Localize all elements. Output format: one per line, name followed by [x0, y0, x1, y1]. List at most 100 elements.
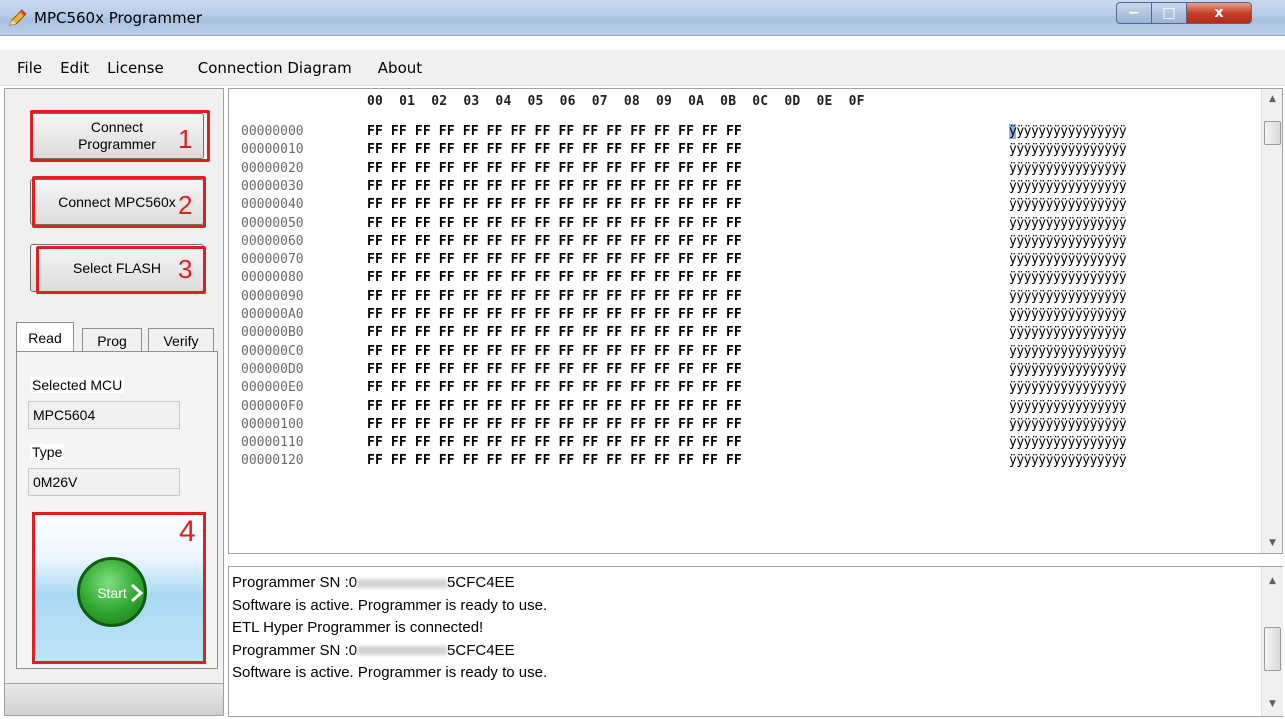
hex-bytes[interactable]: FF FF FF FF FF FF FF FF FF FF FF FF FF F…	[367, 270, 742, 285]
scroll-thumb[interactable]	[1264, 627, 1281, 671]
menu-connection-diagram[interactable]: Connection Diagram	[189, 59, 361, 77]
hex-ascii[interactable]: ÿÿÿÿÿÿÿÿÿÿÿÿÿÿÿÿ	[1009, 124, 1127, 139]
selected-mcu-field: MPC5604	[28, 401, 180, 429]
hex-address: 000000E0	[241, 380, 304, 396]
menu-bar: File Edit License Connection Diagram Abo…	[0, 50, 1285, 86]
log-line: Programmer SN :0 5CFC4EE	[232, 642, 515, 659]
step-marker-3: 3	[178, 254, 193, 284]
hex-bytes[interactable]: FF FF FF FF FF FF FF FF FF FF FF FF FF F…	[367, 380, 742, 395]
hex-ascii[interactable]: ÿÿÿÿÿÿÿÿÿÿÿÿÿÿÿÿ	[1009, 362, 1127, 377]
hex-ascii[interactable]: ÿÿÿÿÿÿÿÿÿÿÿÿÿÿÿÿ	[1009, 380, 1127, 395]
selected-mcu-label: Selected MCU	[30, 377, 125, 393]
hex-address: 00000100	[241, 416, 304, 432]
menu-about[interactable]: About	[369, 59, 431, 77]
hex-ascii[interactable]: ÿÿÿÿÿÿÿÿÿÿÿÿÿÿÿÿ	[1009, 270, 1127, 285]
hex-bytes[interactable]: FF FF FF FF FF FF FF FF FF FF FF FF FF F…	[367, 234, 742, 249]
menu-edit[interactable]: Edit	[51, 59, 98, 77]
hex-address: 000000D0	[241, 361, 304, 377]
hex-bytes[interactable]: FF FF FF FF FF FF FF FF FF FF FF FF FF F…	[367, 161, 742, 176]
minimize-button[interactable]: −	[1116, 2, 1152, 24]
hex-bytes[interactable]: FF FF FF FF FF FF FF FF FF FF FF FF FF F…	[367, 216, 742, 231]
redacted-text	[357, 646, 448, 656]
step-marker-4: 4	[179, 515, 196, 548]
log-line: Software is active. Programmer is ready …	[232, 664, 548, 681]
log-line: Software is active. Programmer is ready …	[232, 596, 548, 614]
close-button[interactable]: x	[1186, 2, 1252, 24]
hex-bytes[interactable]: FF FF FF FF FF FF FF FF FF FF FF FF FF F…	[367, 252, 742, 267]
hex-address: 00000040	[241, 197, 304, 213]
hex-ascii[interactable]: ÿÿÿÿÿÿÿÿÿÿÿÿÿÿÿÿ	[1009, 234, 1127, 249]
log-line-suffix: 5CFC4EE	[447, 574, 515, 591]
type-field: 0M26V	[28, 468, 180, 496]
log-scrollbar[interactable]: ▲ ▼	[1261, 567, 1283, 716]
hex-ascii[interactable]: ÿÿÿÿÿÿÿÿÿÿÿÿÿÿÿÿ	[1009, 417, 1127, 432]
hex-column-header: 00 01 02 03 04 05 06 07 08 09 0A 0B 0C 0…	[367, 94, 865, 109]
log-line-prefix: Programmer SN :0	[232, 641, 358, 659]
tab-strip: Read Prog Verify	[16, 322, 218, 352]
hex-bytes[interactable]: FF FF FF FF FF FF FF FF FF FF FF FF FF F…	[367, 325, 742, 340]
hex-ascii[interactable]: ÿÿÿÿÿÿÿÿÿÿÿÿÿÿÿÿ	[1009, 325, 1127, 340]
log-line-prefix: Programmer SN :0	[232, 574, 358, 591]
title-bar: MPC560x Programmer − □ x	[0, 0, 1285, 36]
hex-ascii[interactable]: ÿÿÿÿÿÿÿÿÿÿÿÿÿÿÿÿ	[1009, 142, 1127, 157]
hex-bytes[interactable]: FF FF FF FF FF FF FF FF FF FF FF FF FF F…	[367, 344, 742, 359]
hex-bytes[interactable]: FF FF FF FF FF FF FF FF FF FF FF FF FF F…	[367, 362, 742, 377]
hex-address: 00000080	[241, 270, 304, 286]
log-line-suffix: 5CFC4EE	[447, 641, 515, 659]
tab-read[interactable]: Read	[16, 322, 74, 352]
menu-file[interactable]: File	[8, 59, 51, 77]
scroll-down-arrow-icon[interactable]: ▼	[1262, 694, 1283, 714]
hex-bytes[interactable]: FF FF FF FF FF FF FF FF FF FF FF FF FF F…	[367, 307, 742, 322]
hex-address: 000000C0	[241, 343, 304, 359]
hex-ascii[interactable]: ÿÿÿÿÿÿÿÿÿÿÿÿÿÿÿÿ	[1009, 252, 1127, 267]
hex-scrollbar[interactable]: ▲ ▼	[1261, 89, 1282, 553]
status-bar	[4, 683, 224, 716]
chevron-right-icon	[131, 583, 144, 603]
hex-ascii[interactable]: ÿÿÿÿÿÿÿÿÿÿÿÿÿÿÿÿ	[1009, 435, 1127, 450]
hex-address: 00000020	[241, 160, 304, 176]
hex-ascii[interactable]: ÿÿÿÿÿÿÿÿÿÿÿÿÿÿÿÿ	[1009, 307, 1127, 322]
scroll-down-arrow-icon[interactable]: ▼	[1262, 533, 1282, 553]
hex-ascii[interactable]: ÿÿÿÿÿÿÿÿÿÿÿÿÿÿÿÿ	[1009, 216, 1127, 231]
log-panel: Programmer SN :0 5CFC4EE Software is activ…	[228, 566, 1283, 717]
hex-ascii[interactable]: ÿÿÿÿÿÿÿÿÿÿÿÿÿÿÿÿ	[1009, 197, 1127, 212]
maximize-button[interactable]: □	[1151, 2, 1187, 24]
step-marker-2: 2	[178, 190, 193, 220]
type-label: Type	[30, 444, 65, 460]
hex-ascii[interactable]: ÿÿÿÿÿÿÿÿÿÿÿÿÿÿÿÿ	[1009, 179, 1127, 194]
hex-address: 00000120	[241, 453, 304, 469]
hex-bytes[interactable]: FF FF FF FF FF FF FF FF FF FF FF FF FF F…	[367, 289, 742, 304]
start-button[interactable]: Start	[77, 557, 147, 627]
selected-char: ÿ	[1009, 124, 1017, 139]
scroll-thumb[interactable]	[1264, 121, 1281, 145]
hex-ascii[interactable]: ÿÿÿÿÿÿÿÿÿÿÿÿÿÿÿÿ	[1009, 399, 1127, 414]
hex-bytes[interactable]: FF FF FF FF FF FF FF FF FF FF FF FF FF F…	[367, 399, 742, 414]
hex-ascii[interactable]: ÿÿÿÿÿÿÿÿÿÿÿÿÿÿÿÿ	[1009, 161, 1127, 176]
redacted-text	[357, 578, 448, 588]
hex-bytes[interactable]: FF FF FF FF FF FF FF FF FF FF FF FF FF F…	[367, 197, 742, 212]
hex-address: 000000A0	[241, 307, 304, 322]
menu-license[interactable]: License	[98, 59, 173, 77]
hex-address: 00000050	[241, 215, 304, 231]
tab-prog[interactable]: Prog	[82, 328, 142, 352]
log-line: ETL Hyper Programmer is connected!	[232, 619, 484, 636]
hex-ascii[interactable]: ÿÿÿÿÿÿÿÿÿÿÿÿÿÿÿÿ	[1009, 344, 1127, 359]
hex-bytes[interactable]: FF FF FF FF FF FF FF FF FF FF FF FF FF F…	[367, 142, 742, 157]
hex-view: 00 01 02 03 04 05 06 07 08 09 0A 0B 0C 0…	[228, 88, 1283, 554]
hex-address: 00000030	[241, 178, 304, 194]
window-title: MPC560x Programmer	[34, 9, 203, 27]
tab-verify[interactable]: Verify	[148, 328, 214, 352]
scroll-up-arrow-icon[interactable]: ▲	[1262, 571, 1283, 591]
start-area: Start 4	[32, 512, 206, 664]
hex-bytes[interactable]: FF FF FF FF FF FF FF FF FF FF FF FF FF F…	[367, 435, 742, 450]
hex-address: 000000F0	[241, 398, 304, 414]
hex-ascii[interactable]: ÿÿÿÿÿÿÿÿÿÿÿÿÿÿÿÿ	[1009, 289, 1127, 304]
hex-bytes[interactable]: FF FF FF FF FF FF FF FF FF FF FF FF FF F…	[367, 417, 742, 432]
hex-bytes[interactable]: FF FF FF FF FF FF FF FF FF FF FF FF FF F…	[367, 124, 742, 139]
hex-address: 00000010	[241, 142, 304, 158]
hex-address: 00000110	[241, 435, 304, 451]
hex-bytes[interactable]: FF FF FF FF FF FF FF FF FF FF FF FF FF F…	[367, 179, 742, 194]
scroll-up-arrow-icon[interactable]: ▲	[1262, 89, 1282, 109]
hex-ascii[interactable]: ÿÿÿÿÿÿÿÿÿÿÿÿÿÿÿÿ	[1009, 453, 1127, 468]
hex-bytes[interactable]: FF FF FF FF FF FF FF FF FF FF FF FF FF F…	[367, 453, 742, 468]
